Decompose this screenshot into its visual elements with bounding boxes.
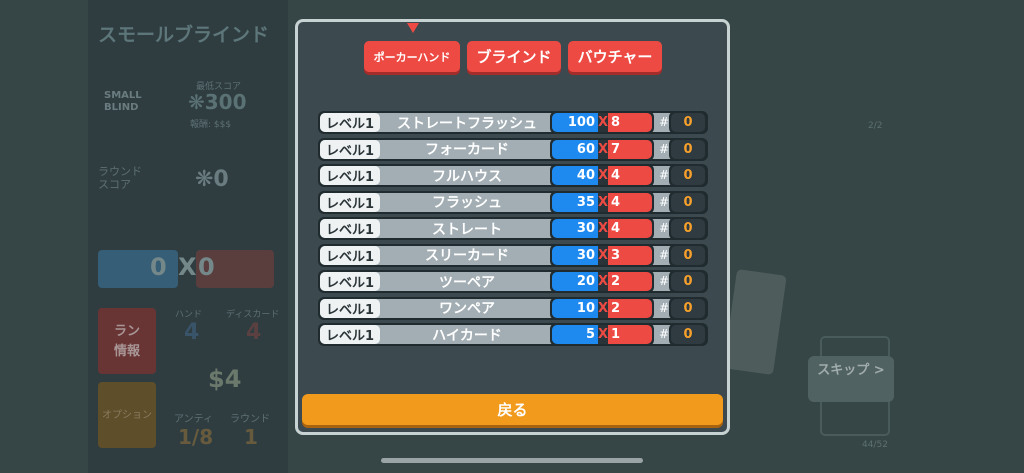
chips-mult: 30 X 4 (552, 219, 652, 238)
hand-mult: 2 (608, 272, 652, 291)
hand-level: レベル1 (320, 298, 380, 318)
hand-name: ハイカード (432, 327, 502, 344)
tab-poker-hands[interactable]: ポーカーハンド (364, 41, 460, 72)
times-played: 0 (671, 113, 705, 132)
hand-name: ストレートフラッシュ (397, 115, 537, 132)
hand-chips: 20 (552, 272, 598, 291)
hand-chips: 30 (552, 219, 598, 238)
row-body: レベル1 フルハウス 40 X 4 # 0 (320, 164, 707, 187)
hash-icon: # (659, 221, 670, 235)
poker-hand-row[interactable]: レベル1 フォーカード 60 X 7 # 0 (318, 137, 708, 161)
hand-mult: 4 (608, 166, 652, 185)
hand-mult: 8 (608, 113, 652, 132)
tab-blinds[interactable]: ブラインド (467, 41, 561, 72)
poker-hand-row[interactable]: レベル1 ストレート 30 X 4 # 0 (318, 217, 708, 240)
times-icon: X (598, 219, 609, 238)
hand-name: ストレート (432, 221, 502, 238)
hand-chips: 10 (552, 298, 598, 318)
hand-name: フォーカード (425, 142, 509, 158)
hand-chips: 40 (552, 166, 598, 185)
hand-mult: 4 (608, 192, 652, 212)
row-body: レベル1 ストレート 30 X 4 # 0 (320, 217, 707, 240)
chips-mult: 40 X 4 (552, 166, 652, 185)
hash-icon: # (659, 194, 670, 209)
row-body: レベル1 フォーカード 60 X 7 # 0 (320, 137, 707, 161)
hand-chips: 35 (552, 192, 598, 212)
row-body: レベル1 スリーカード 30 X 3 # 0 (320, 243, 707, 267)
poker-hand-row[interactable]: レベル1 ワンペア 10 X 2 # 0 (318, 296, 708, 320)
run-info-modal: ポーカーハンド ブラインド バウチャー レベル1 ストレートフラッシュ 100 … (295, 19, 730, 435)
hand-mult: 7 (608, 139, 652, 159)
hand-mult: 2 (608, 298, 652, 318)
times-played: 0 (671, 192, 705, 212)
times-icon: X (598, 139, 609, 159)
row-body: レベル1 ストレートフラッシュ 100 X 8 # 0 (320, 111, 707, 134)
chips-mult: 5 X 1 (552, 325, 652, 344)
hand-level: レベル1 (320, 166, 380, 185)
hand-level: レベル1 (320, 139, 380, 159)
back-button[interactable]: 戻る (302, 394, 723, 425)
hash-icon: # (659, 300, 670, 315)
row-body: レベル1 ツーペア 20 X 2 # 0 (320, 270, 707, 293)
hand-mult: 3 (608, 245, 652, 265)
row-body: レベル1 ワンペア 10 X 2 # 0 (320, 296, 707, 320)
times-played: 0 (671, 272, 705, 291)
poker-hand-row[interactable]: レベル1 フラッシュ 35 X 4 # 0 (318, 190, 708, 214)
chips-mult: 10 X 2 (552, 298, 652, 318)
chips-mult: 20 X 2 (552, 272, 652, 291)
chips-mult: 35 X 4 (552, 192, 652, 212)
hand-name: フルハウス (432, 168, 502, 185)
poker-hand-row[interactable]: レベル1 フルハウス 40 X 4 # 0 (318, 164, 708, 187)
hand-level: レベル1 (320, 219, 380, 238)
times-played: 0 (671, 298, 705, 318)
hand-chips: 60 (552, 139, 598, 159)
chips-mult: 60 X 7 (552, 139, 652, 159)
hand-level: レベル1 (320, 113, 380, 132)
hand-mult: 1 (608, 325, 652, 344)
times-played: 0 (671, 139, 705, 159)
times-played: 0 (671, 166, 705, 185)
hash-icon: # (659, 327, 670, 341)
times-icon: X (598, 192, 609, 212)
times-icon: X (598, 298, 609, 318)
poker-hand-row[interactable]: レベル1 ハイカード 5 X 1 # 0 (318, 323, 708, 346)
hash-icon: # (659, 274, 670, 288)
poker-hand-row[interactable]: レベル1 ツーペア 20 X 2 # 0 (318, 270, 708, 293)
home-indicator (381, 458, 643, 463)
hand-mult: 4 (608, 219, 652, 238)
times-icon: X (598, 272, 609, 291)
times-played: 0 (671, 219, 705, 238)
hand-name: フラッシュ (432, 195, 502, 211)
hand-level: レベル1 (320, 325, 380, 344)
hand-chips: 100 (552, 113, 598, 132)
times-played: 0 (671, 325, 705, 344)
times-icon: X (598, 245, 609, 265)
row-body: レベル1 フラッシュ 35 X 4 # 0 (320, 190, 707, 214)
times-played: 0 (671, 245, 705, 265)
poker-hand-list: レベル1 ストレートフラッシュ 100 X 8 # 0 レベル1 フォーカード … (318, 111, 708, 350)
poker-hand-row[interactable]: レベル1 ストレートフラッシュ 100 X 8 # 0 (318, 111, 708, 134)
times-icon: X (598, 166, 609, 185)
hand-chips: 5 (552, 325, 598, 344)
hand-level: レベル1 (320, 272, 380, 291)
selected-tab-indicator-icon (407, 23, 419, 33)
chips-mult: 100 X 8 (552, 113, 652, 132)
tab-bar: ポーカーハンド ブラインド バウチャー (364, 41, 662, 75)
hand-name: ツーペア (439, 274, 495, 291)
hand-level: レベル1 (320, 245, 380, 265)
hand-name: ワンペア (439, 301, 495, 317)
poker-hand-row[interactable]: レベル1 スリーカード 30 X 3 # 0 (318, 243, 708, 267)
chips-mult: 30 X 3 (552, 245, 652, 265)
hand-name: スリーカード (425, 248, 509, 264)
row-body: レベル1 ハイカード 5 X 1 # 0 (320, 323, 707, 346)
hand-level: レベル1 (320, 192, 380, 212)
hash-icon: # (659, 115, 670, 129)
hash-icon: # (659, 168, 670, 182)
hand-chips: 30 (552, 245, 598, 265)
times-icon: X (598, 113, 609, 132)
hash-icon: # (659, 247, 670, 262)
tab-vouchers[interactable]: バウチャー (568, 41, 662, 72)
times-icon: X (598, 325, 609, 344)
hash-icon: # (659, 141, 670, 156)
